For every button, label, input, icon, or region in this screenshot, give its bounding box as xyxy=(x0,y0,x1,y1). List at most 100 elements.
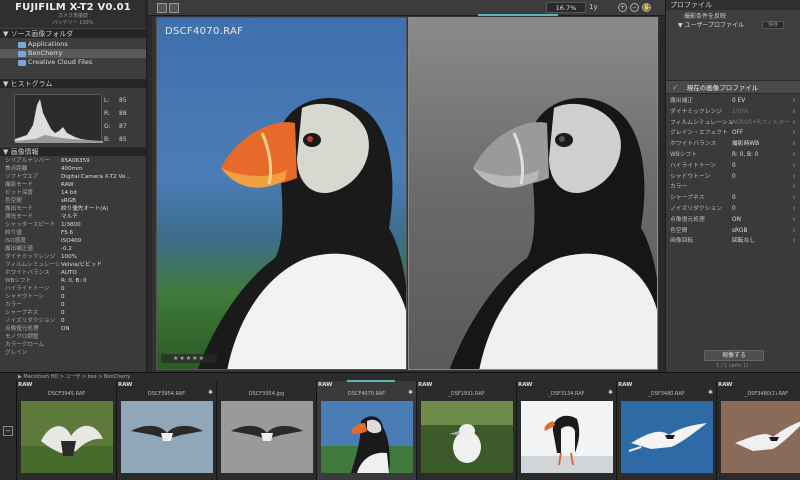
single-view-icon[interactable] xyxy=(157,3,167,13)
profile-header: プロファイル xyxy=(666,0,800,10)
param-row[interactable]: 露出補正 0 EV ⇕ xyxy=(666,96,800,107)
param-row[interactable]: カラー ⇕ xyxy=(666,182,800,193)
info-key: モノクロ調整 xyxy=(5,334,39,340)
stepper-icon[interactable]: ⇕ xyxy=(792,161,800,172)
filmstrip-thumb[interactable]: RAW _DSF3480(1).RAF xyxy=(717,381,800,480)
param-value[interactable]: 0 xyxy=(732,204,792,215)
info-value: 0 xyxy=(61,294,65,300)
stepper-icon[interactable]: ⇕ xyxy=(792,193,800,204)
convert-button[interactable]: 現像する xyxy=(704,350,764,361)
param-value[interactable]: 0 xyxy=(732,172,792,183)
stepper-icon[interactable]: ⇕ xyxy=(792,96,800,107)
zoom-select[interactable]: 16.7% xyxy=(546,2,586,13)
camera-header: FUJIFILM X-T2 V0.01 カメラ未接続 バッテリー 100% xyxy=(0,0,146,28)
folder-icon xyxy=(18,51,26,57)
info-value: 100% xyxy=(61,254,77,260)
filmstrip-thumb[interactable]: RAW DSCF3954.RAF ✱ xyxy=(117,381,217,480)
param-row[interactable]: フィルムシミュレーションACROS+Rフィルター⇕ xyxy=(666,118,800,129)
info-row: グレイン xyxy=(3,349,146,357)
filmstrip-thumb[interactable]: RAW _DSF1931.RAF xyxy=(417,381,517,480)
stepper-icon[interactable]: ⇕ xyxy=(792,204,800,215)
rating-stars[interactable]: ★★★★★ xyxy=(161,354,217,363)
param-row[interactable]: 点像復元処理 ON ⇕ xyxy=(666,215,800,226)
current-profile-label: 現在の画像プロファイル xyxy=(686,84,759,92)
param-row[interactable]: 画像回転 回転なし ⇕ xyxy=(666,236,800,247)
param-value[interactable]: 回転なし xyxy=(732,236,792,247)
param-value[interactable]: OFF xyxy=(732,128,792,139)
fit-toggle[interactable]: 1y xyxy=(589,3,598,11)
param-row[interactable]: ダイナミックレンジ 100% ⇕ xyxy=(666,107,800,118)
info-row: ソフトウエア Digital Camera X-T2 Ve... xyxy=(3,173,146,181)
image-viewer[interactable]: DSCF4070.RAF ★★★★★ xyxy=(152,16,659,372)
info-key: 測光モード xyxy=(5,214,33,220)
profile-reflect-label[interactable]: 撮影条件を反映 xyxy=(666,12,800,21)
compare-view-icon[interactable] xyxy=(169,3,179,13)
info-value: 0 xyxy=(61,286,65,292)
stepper-icon[interactable]: ⇕ xyxy=(792,236,800,247)
zoom-in-icon[interactable]: + xyxy=(618,3,627,12)
info-key: カラークローム xyxy=(5,342,44,348)
param-value[interactable] xyxy=(732,182,792,193)
thumb-filename: DSCF3954.jpg xyxy=(248,391,285,397)
info-value: 0 xyxy=(61,310,65,316)
param-value[interactable]: 0 xyxy=(732,193,792,204)
raw-badge: RAW xyxy=(418,382,433,388)
stepper-icon[interactable]: ⇕ xyxy=(792,226,800,237)
param-value[interactable]: 0 xyxy=(732,161,792,172)
filmstrip-thumb[interactable]: RAW _DSF3480.RAF ✱ xyxy=(617,381,717,480)
source-folder-header[interactable]: ▼ ソース画像フォルダ xyxy=(0,28,146,38)
stepper-icon[interactable]: ⇕ xyxy=(792,139,800,150)
preview-image xyxy=(408,17,658,370)
info-value: 1/3800 xyxy=(61,222,81,228)
param-value[interactable]: sRGB xyxy=(732,226,792,237)
info-key: ハイライトトーン xyxy=(5,286,50,292)
hand-tool-icon[interactable]: ✋ xyxy=(642,3,651,12)
param-row[interactable]: ノイズリダクション 0 ⇕ xyxy=(666,204,800,215)
filmstrip-thumb[interactable]: RAW _DSF3134.RAF ✱ xyxy=(517,381,617,480)
stepper-icon[interactable]: ⇕ xyxy=(792,150,800,161)
image-info-header[interactable]: ▼ 画像情報 xyxy=(0,146,146,156)
raw-badge: RAW xyxy=(618,382,633,388)
param-row[interactable]: シャドウトーン 0 ⇕ xyxy=(666,172,800,183)
param-value[interactable]: R: 0, B: 0 xyxy=(732,150,792,161)
param-value[interactable]: ACROS+Rフィルター xyxy=(732,118,792,129)
stepper-icon[interactable]: ⇕ xyxy=(792,215,800,226)
info-key: WBシフト xyxy=(5,278,32,284)
param-row[interactable]: シャープネス 0 ⇕ xyxy=(666,193,800,204)
param-row[interactable]: グレイン・エフェクト OFF ⇕ xyxy=(666,128,800,139)
stepper-icon[interactable]: ⇕ xyxy=(792,128,800,139)
thumb-filename: _DSF3134.RAF xyxy=(548,391,585,397)
image-info-list: シリアルナンバー 65A06359 焦点距離 400mm ソフトウエア Digital C… xyxy=(0,156,146,357)
profile-save-select[interactable]: 保存 xyxy=(762,21,785,29)
thumb-filename: _DSF1931.RAF xyxy=(448,391,485,397)
info-value: sRGB xyxy=(61,198,76,204)
param-row[interactable]: 色空間 sRGB ⇕ xyxy=(666,226,800,237)
zoom-out-icon[interactable]: − xyxy=(630,3,639,12)
stepper-icon[interactable]: ⇕ xyxy=(792,107,800,118)
stepper-icon[interactable]: ⇕ xyxy=(792,172,800,183)
info-row: シャッタースピード 1/3800 xyxy=(3,221,146,229)
thumb-filename: _DSF3480.RAF xyxy=(648,391,685,397)
folder-item[interactable]: Creative Cloud Files xyxy=(0,58,146,67)
param-row[interactable]: ハイライトトーン 0 ⇕ xyxy=(666,161,800,172)
folder-item[interactable]: BenCherry xyxy=(0,49,146,58)
filmstrip-thumb[interactable]: RAW DSCF4070.RAF ✱ xyxy=(317,380,417,480)
param-value[interactable]: 100% xyxy=(732,107,792,118)
histogram-header[interactable]: ▼ ヒストグラム xyxy=(0,78,146,88)
param-value[interactable]: ON xyxy=(732,215,792,226)
folder-item[interactable]: Applications xyxy=(0,40,146,49)
info-row: シリアルナンバー 65A06359 xyxy=(3,157,146,165)
stepper-icon[interactable]: ⇕ xyxy=(792,182,800,193)
info-value: R: 0, B: 0 xyxy=(61,278,87,284)
param-row[interactable]: WBシフト R: 0, B: 0 ⇕ xyxy=(666,150,800,161)
param-value[interactable]: 0 EV xyxy=(732,96,792,107)
collapse-button[interactable]: − xyxy=(3,426,13,436)
current-profile-bar[interactable]: ✓ 現在の画像プロファイル xyxy=(666,80,800,94)
info-key: ビット深度 xyxy=(5,190,33,196)
stepper-icon[interactable]: ⇕ xyxy=(792,118,800,129)
filmstrip-thumb[interactable]: DSCF3954.jpg xyxy=(217,381,317,480)
filmstrip-thumb[interactable]: RAW DSCF3945.RAF xyxy=(17,381,117,480)
param-row[interactable]: ホワイトバランス 撮影時WB ⇕ xyxy=(666,139,800,150)
param-value[interactable]: 撮影時WB xyxy=(732,139,792,150)
user-profile-row[interactable]: ▼ ユーザープロファイル 保存 xyxy=(666,21,800,30)
